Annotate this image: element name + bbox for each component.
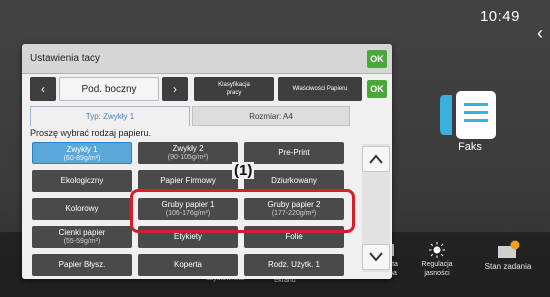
paper-type-button[interactable]: Koperta xyxy=(138,254,238,276)
paper-type-weight: (90-105g/m²) xyxy=(167,154,209,161)
callout-label: (1) xyxy=(232,162,255,179)
chevron-left-icon[interactable]: ‹ xyxy=(530,18,550,48)
paper-type-button[interactable]: Ekologiczny xyxy=(32,170,132,192)
scrollbar[interactable] xyxy=(362,144,390,272)
tray-name: Pod. boczny xyxy=(59,77,159,101)
prev-tray-button[interactable]: ‹ xyxy=(30,77,56,101)
chevron-right-icon: › xyxy=(173,82,177,96)
paper-type-weight: (60-89g/m²) xyxy=(63,155,101,162)
chevron-up-icon xyxy=(369,154,383,164)
paper-type-button[interactable]: Rodz. Użytk. 1 xyxy=(244,254,344,276)
paper-type-name: Zwykły 1 xyxy=(66,145,98,154)
paper-type-button[interactable]: Zwykły 1 (60-89g/m²) xyxy=(32,142,132,164)
paper-type-button[interactable]: Papier Błysz. xyxy=(32,254,132,276)
job-classification-button[interactable]: Klasyfikacja pracy xyxy=(194,77,274,101)
job-status-icon xyxy=(498,240,520,258)
paper-type-name: Cienki papier xyxy=(58,228,106,237)
paper-type-weight: (55-59g/m²) xyxy=(63,238,101,245)
paper-type-button[interactable]: Pre-Print xyxy=(244,142,344,164)
paper-type-name: Rodz. Użytk. 1 xyxy=(267,260,320,269)
scroll-down-button[interactable] xyxy=(362,244,390,270)
chevron-left-icon: ‹ xyxy=(41,82,45,96)
fax-label: Faks xyxy=(458,141,482,153)
paper-properties-button[interactable]: Właściwości Papieru xyxy=(278,77,362,101)
brightness-icon xyxy=(429,242,445,258)
tab-bar: Typ: Zwykły 1 Rozmiar: A4 xyxy=(30,106,350,126)
fax-tile[interactable]: Faks xyxy=(410,85,530,195)
tray-settings-dialog: Ustawienia tacy OK ‹ Pod. boczny › Klasy… xyxy=(22,44,392,279)
dialog-title: Ustawienia tacy xyxy=(30,53,101,64)
paper-type-name: Zwykły 2 xyxy=(172,144,204,153)
tab-size[interactable]: Rozmiar: A4 xyxy=(192,106,350,126)
classify-line2: pracy xyxy=(226,90,242,96)
paper-type-name: Kolorowy xyxy=(65,204,99,213)
bottom-item-label: Stan zadania xyxy=(484,262,532,271)
paper-type-button[interactable]: Zwykły 2 (90-105g/m²) xyxy=(138,142,238,164)
paper-type-name: Koperta xyxy=(173,260,203,269)
paper-type-name: Papier Błysz. xyxy=(58,260,106,269)
callout-highlight xyxy=(130,189,355,233)
paper-type-button[interactable]: Cienki papier (55-59g/m²) xyxy=(32,226,132,248)
dialog-title-bar: Ustawienia tacy OK xyxy=(22,44,392,74)
classify-line1: Klasyfikacja xyxy=(218,82,250,88)
tray-nav-bar: ‹ Pod. boczny › Klasyfikacja pracy Właśc… xyxy=(22,77,392,103)
bottom-item-label: Regulacja xyxy=(421,261,453,268)
paper-type-name: Ekologiczny xyxy=(60,176,104,185)
next-tray-button[interactable]: › xyxy=(162,77,188,101)
ok-button-secondary[interactable]: OK xyxy=(367,80,387,98)
bottom-item-brightness[interactable]: Regulacja jasności xyxy=(402,242,472,278)
prompt-text: Proszę wybrać rodzaj papieru. xyxy=(30,128,152,138)
bottom-item-label-2: jasności xyxy=(424,270,450,277)
ok-button[interactable]: OK xyxy=(367,50,387,68)
paper-type-name: Pre-Print xyxy=(278,148,310,157)
clock: 10:49 xyxy=(479,8,520,25)
fax-icon xyxy=(440,91,496,139)
paper-type-button[interactable]: Kolorowy xyxy=(32,198,132,220)
tab-type[interactable]: Typ: Zwykły 1 xyxy=(30,106,190,126)
scroll-up-button[interactable] xyxy=(362,146,390,172)
chevron-down-icon xyxy=(369,252,383,262)
bottom-item-job-status[interactable]: Stan zadania xyxy=(473,240,543,271)
